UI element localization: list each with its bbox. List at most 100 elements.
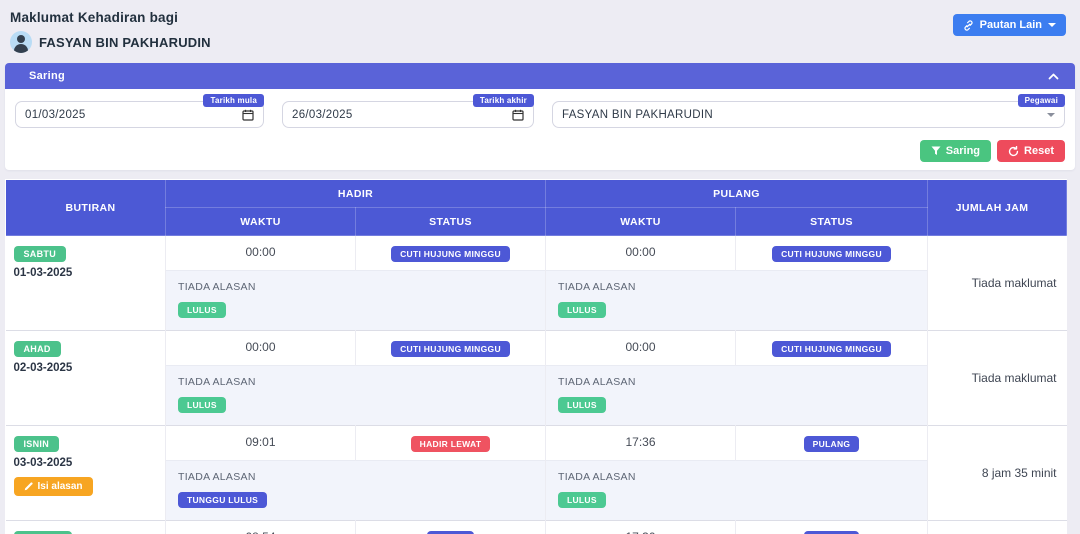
pulang-status-cell: CUTI HUJUNG MINGGU (736, 236, 928, 271)
col-hadir-waktu: WAKTU (166, 208, 356, 236)
jumlah-jam-cell: Tiada maklumat (928, 236, 1067, 331)
hadir-status-cell: CUTI HUJUNG MINGGU (356, 331, 546, 366)
attendance-table-body: SABTU 01-03-2025 00:00 CUTI HUJUNG MINGG… (6, 236, 1067, 534)
pautan-lain-label: Pautan Lain (980, 19, 1042, 31)
hadir-waktu-cell: 00:00 (166, 236, 356, 271)
pulang-alasan-cell: TIADA ALASAN LULUS (546, 366, 928, 426)
hadir-alasan-text: TIADA ALASAN (178, 471, 533, 483)
pegawai-select[interactable]: FASYAN BIN PAKHARUDIN (552, 101, 1065, 128)
jumlah-jam-cell: 8 jam 35 minit (928, 426, 1067, 521)
hadir-alasan-text: TIADA ALASAN (178, 281, 533, 293)
hadir-alasan-text: TIADA ALASAN (178, 376, 533, 388)
chevron-up-icon[interactable] (1048, 73, 1059, 80)
saring-button-label: Saring (946, 145, 980, 157)
hadir-alasan-cell: TIADA ALASAN LULUS (166, 271, 546, 331)
col-pulang-status: STATUS (736, 208, 928, 236)
tarikh-mula-field: Tarikh mula 01/03/2025 (15, 101, 264, 128)
pulang-alasan-cell: TIADA ALASAN LULUS (546, 461, 928, 521)
hadir-waktu-cell: 09:01 (166, 426, 356, 461)
person-line: FASYAN BIN PAKHARUDIN (10, 31, 1068, 53)
hadir-alasan-status-badge: TUNGGU LULUS (178, 492, 267, 508)
hadir-status-cell: CUTI HUJUNG MINGGU (356, 236, 546, 271)
day-badge: ISNIN (14, 436, 60, 452)
calendar-icon[interactable] (512, 109, 524, 121)
pegawai-value: FASYAN BIN PAKHARUDIN (562, 109, 713, 121)
pulang-status-badge: PULANG (804, 436, 860, 452)
jumlah-jam-cell: 8 jam 36 minit (928, 521, 1067, 534)
col-hadir-status: STATUS (356, 208, 546, 236)
filter-header-bar[interactable]: Saring (5, 63, 1075, 89)
tarikh-mula-value: 01/03/2025 (25, 109, 86, 121)
isi-alasan-button[interactable]: Isi alasan (14, 477, 93, 496)
calendar-icon[interactable] (242, 109, 254, 121)
pautan-lain-button[interactable]: Pautan Lain (953, 14, 1066, 36)
refresh-icon (1008, 146, 1019, 157)
tarikh-akhir-field: Tarikh akhir 26/03/2025 (282, 101, 534, 128)
caret-down-icon (1047, 113, 1055, 117)
hadir-status-cell: HADIR LEWAT (356, 426, 546, 461)
tarikh-akhir-badge: Tarikh akhir (473, 94, 534, 107)
col-butiran: BUTIRAN (6, 180, 166, 236)
reset-button[interactable]: Reset (997, 140, 1065, 162)
hadir-alasan-status-badge: LULUS (178, 397, 226, 413)
tarikh-mula-badge: Tarikh mula (203, 94, 264, 107)
pulang-alasan-text: TIADA ALASAN (558, 281, 915, 293)
pulang-alasan-status-badge: LULUS (558, 302, 606, 318)
page-title: Maklumat Kehadiran bagi (10, 10, 1068, 25)
pulang-waktu-cell: 17:30 (546, 521, 736, 534)
hadir-status-cell: HADIR (356, 521, 546, 534)
day-badge: SABTU (14, 246, 67, 262)
hadir-waktu-cell: 08:54 (166, 521, 356, 534)
pulang-status-badge: CUTI HUJUNG MINGGU (772, 246, 891, 262)
butiran-cell: ISNIN 03-03-2025 Isi alasan (6, 426, 166, 521)
filter-funnel-icon (931, 146, 941, 156)
hadir-alasan-cell: TIADA ALASAN TUNGGU LULUS (166, 461, 546, 521)
hadir-alasan-cell: TIADA ALASAN LULUS (166, 366, 546, 426)
date-label: 01-03-2025 (14, 267, 158, 279)
attendance-row: SELASA 04-03-2025 08:54 HADIR 17:30 PULA… (6, 521, 1067, 534)
pulang-alasan-text: TIADA ALASAN (558, 471, 915, 483)
link-icon (963, 20, 974, 31)
butiran-cell: SABTU 01-03-2025 (6, 236, 166, 331)
user-avatar-icon (10, 31, 32, 53)
pulang-waktu-cell: 00:00 (546, 331, 736, 366)
pulang-waktu-cell: 17:36 (546, 426, 736, 461)
pulang-alasan-status-badge: LULUS (558, 492, 606, 508)
pencil-icon (24, 482, 33, 491)
pulang-alasan-status-badge: LULUS (558, 397, 606, 413)
pulang-status-badge: CUTI HUJUNG MINGGU (772, 341, 891, 357)
attendance-table: BUTIRAN HADIR PULANG JUMLAH JAM WAKTU ST… (5, 179, 1067, 534)
caret-down-icon (1048, 23, 1056, 27)
date-label: 02-03-2025 (14, 362, 158, 374)
reset-button-label: Reset (1024, 145, 1054, 157)
hadir-alasan-status-badge: LULUS (178, 302, 226, 318)
attendance-row: SABTU 01-03-2025 00:00 CUTI HUJUNG MINGG… (6, 236, 1067, 271)
col-hadir: HADIR (166, 180, 546, 208)
attendance-row: ISNIN 03-03-2025 Isi alasan 09:01 HADIR … (6, 426, 1067, 461)
saring-button[interactable]: Saring (920, 140, 991, 162)
tarikh-akhir-value: 26/03/2025 (292, 109, 353, 121)
col-pulang-waktu: WAKTU (546, 208, 736, 236)
alasan-row: TIADA ALASAN TUNGGU LULUS TIADA ALASAN L… (6, 461, 1067, 521)
isi-alasan-label: Isi alasan (38, 481, 83, 492)
page-header: Maklumat Kehadiran bagi FASYAN BIN PAKHA… (0, 0, 1080, 61)
filter-body: Tarikh mula 01/03/2025 Tarikh akhir 26/0… (5, 89, 1075, 170)
attendance-row: AHAD 02-03-2025 00:00 CUTI HUJUNG MINGGU… (6, 331, 1067, 366)
butiran-cell: SELASA 04-03-2025 (6, 521, 166, 534)
pulang-status-cell: CUTI HUJUNG MINGGU (736, 331, 928, 366)
table-header: BUTIRAN HADIR PULANG JUMLAH JAM WAKTU ST… (6, 180, 1067, 236)
alasan-row: TIADA ALASAN LULUS TIADA ALASAN LULUS (6, 271, 1067, 331)
alasan-row: TIADA ALASAN LULUS TIADA ALASAN LULUS (6, 366, 1067, 426)
date-label: 03-03-2025 (14, 457, 158, 469)
filter-card: Saring Tarikh mula 01/03/2025 Tarikh akh… (5, 63, 1075, 170)
col-pulang: PULANG (546, 180, 928, 208)
jumlah-jam-cell: Tiada maklumat (928, 331, 1067, 426)
hadir-waktu-cell: 00:00 (166, 331, 356, 366)
pulang-alasan-text: TIADA ALASAN (558, 376, 915, 388)
hadir-status-badge: CUTI HUJUNG MINGGU (391, 246, 510, 262)
pegawai-field: Pegawai FASYAN BIN PAKHARUDIN (552, 101, 1065, 128)
pulang-status-cell: PULANG (736, 521, 928, 534)
pulang-status-cell: PULANG (736, 426, 928, 461)
pegawai-badge: Pegawai (1018, 94, 1065, 107)
hadir-status-badge: HADIR LEWAT (411, 436, 491, 452)
